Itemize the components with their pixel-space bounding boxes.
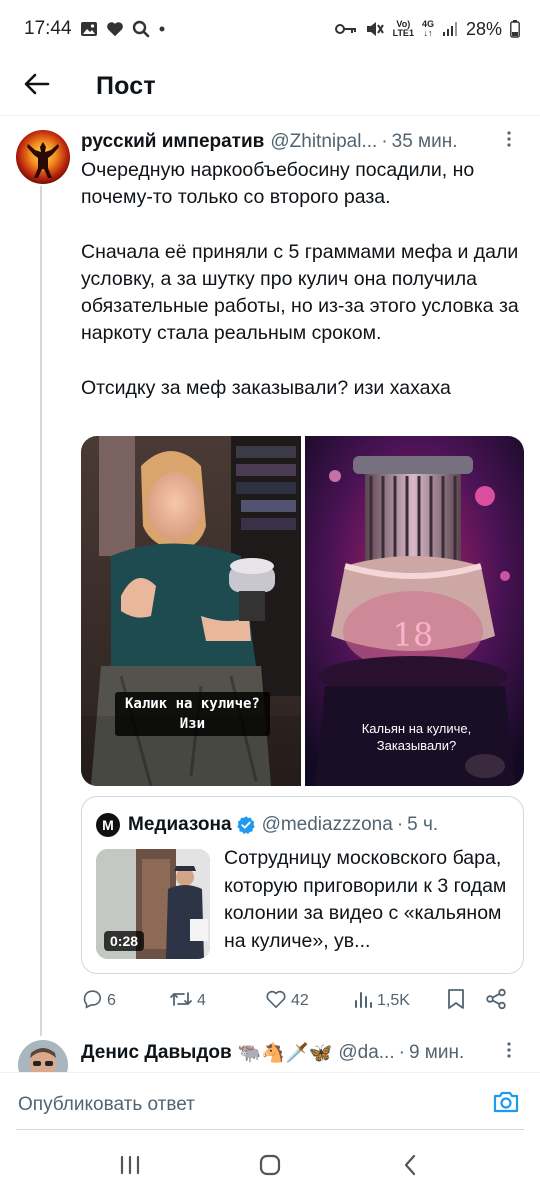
tweet-header: русский императив @Zhitnipal... · 35 мин… bbox=[81, 128, 521, 156]
retweet-count: 4 bbox=[197, 992, 206, 1009]
tweet-text: Очередную наркообъебосину посадили, но п… bbox=[81, 157, 521, 402]
heart-icon bbox=[106, 21, 124, 37]
mute-icon bbox=[365, 20, 385, 38]
reply-input[interactable] bbox=[18, 1093, 490, 1116]
volte-indicator: Vo) LTE1 bbox=[392, 19, 414, 38]
reply-author-handle[interactable]: @da... bbox=[338, 1042, 394, 1064]
home-icon bbox=[259, 1154, 281, 1181]
separator-dot: · bbox=[381, 131, 388, 152]
views-chart-icon bbox=[353, 989, 373, 1014]
like-count: 42 bbox=[291, 992, 309, 1009]
system-navigation-bar bbox=[0, 1136, 540, 1199]
more-vertical-icon bbox=[506, 130, 512, 154]
like-button[interactable]: 42 bbox=[265, 989, 353, 1014]
signal-icon bbox=[442, 21, 458, 37]
quote-video-thumbnail[interactable]: 0:28 bbox=[96, 849, 210, 959]
search-status-icon bbox=[132, 20, 150, 38]
retweet-button[interactable]: 4 bbox=[169, 988, 265, 1015]
views-button[interactable]: 1,5K bbox=[353, 989, 447, 1014]
heart-like-icon bbox=[265, 989, 287, 1014]
separator-dot: · bbox=[398, 1042, 405, 1063]
reply-icon bbox=[81, 988, 103, 1015]
photo-caption: Кальян на куличе, Заказывали? bbox=[361, 721, 472, 753]
gallery-icon bbox=[80, 21, 98, 37]
retweet-icon bbox=[169, 988, 193, 1015]
recent-apps-icon bbox=[119, 1155, 141, 1180]
reply-timestamp[interactable]: 9 мин. bbox=[409, 1042, 464, 1064]
video-duration: 0:28 bbox=[104, 931, 145, 951]
views-count: 1,5K bbox=[377, 992, 410, 1009]
bookmark-button[interactable] bbox=[447, 988, 485, 1015]
status-bar: 17:44 Vo) LTE1 4G ↓↑ 28% bbox=[0, 0, 540, 58]
share-icon bbox=[485, 988, 507, 1015]
more-options-button[interactable] bbox=[497, 130, 521, 154]
reply-button[interactable]: 6 bbox=[81, 988, 169, 1015]
author-handle[interactable]: @Zhitnipal... bbox=[270, 131, 377, 153]
back-button[interactable] bbox=[0, 58, 74, 116]
separator-dot: · bbox=[396, 814, 404, 835]
quoted-tweet[interactable]: M Медиазона @mediazzzona · 5 ч. 0:28 Сот… bbox=[81, 796, 524, 974]
reply-count: 6 bbox=[107, 992, 116, 1009]
quote-header: M Медиазона @mediazzzona · 5 ч. bbox=[96, 811, 438, 839]
quote-author-handle: @mediazzzona bbox=[261, 814, 393, 835]
reply-more-options-button[interactable] bbox=[497, 1041, 521, 1065]
more-vertical-icon bbox=[506, 1041, 512, 1065]
tweet-photo[interactable]: 18 Кальян на куличе, Заказывали? bbox=[304, 436, 524, 786]
notification-dot-icon bbox=[158, 25, 166, 33]
network-type-indicator: 4G ↓↑ bbox=[421, 19, 434, 38]
composer-underline bbox=[16, 1129, 524, 1130]
tweet-timestamp[interactable]: 35 мин. bbox=[392, 131, 458, 153]
status-time: 17:44 bbox=[24, 18, 72, 39]
arrow-left-icon bbox=[24, 73, 50, 100]
camera-icon bbox=[492, 1089, 520, 1120]
verified-badge-icon bbox=[236, 815, 256, 835]
tweet-media-grid: Калик на куличе? Изи 18 Кальян на куличе… bbox=[81, 436, 524, 786]
tweet-actions-bar: 6 4 42 1,5K bbox=[81, 984, 521, 1018]
tweet-paragraph: Сначала её приняли с 5 граммами мефа и д… bbox=[81, 240, 519, 345]
svg-text:18: 18 bbox=[392, 616, 433, 654]
tweet-paragraph: Очередную наркообъебосину посадили, но п… bbox=[81, 159, 475, 209]
reply-header: Денис Давыдов 🐃🐴🗡️🦋 @da... · 9 мин. bbox=[81, 1039, 521, 1067]
system-back-button[interactable] bbox=[380, 1143, 440, 1193]
home-button[interactable] bbox=[240, 1143, 300, 1193]
chevron-left-icon bbox=[402, 1153, 418, 1182]
mediazona-logo: M bbox=[96, 813, 120, 837]
quote-timestamp: 5 ч. bbox=[407, 814, 439, 835]
quote-author-name: Медиазона bbox=[128, 814, 232, 835]
battery-icon bbox=[510, 20, 520, 38]
key-icon bbox=[334, 22, 357, 36]
thread-connector-line bbox=[40, 186, 42, 1036]
author-name[interactable]: русский императив bbox=[81, 131, 264, 153]
battery-percent: 28% bbox=[465, 18, 502, 39]
top-app-bar: Пост bbox=[0, 58, 540, 116]
author-avatar[interactable] bbox=[16, 130, 70, 184]
quote-text: Сотрудницу московского бара, которую при… bbox=[224, 847, 507, 952]
page-title: Пост bbox=[96, 72, 156, 100]
tweet-photo[interactable]: Калик на куличе? Изи bbox=[81, 436, 301, 786]
reply-author-emojis: 🐃🐴🗡️🦋 bbox=[237, 1043, 333, 1064]
add-photo-button[interactable] bbox=[490, 1089, 522, 1121]
bookmark-icon bbox=[447, 988, 465, 1015]
share-button[interactable] bbox=[485, 988, 515, 1015]
photo-caption: Калик на куличе? Изи bbox=[115, 692, 270, 736]
reply-composer bbox=[0, 1072, 540, 1136]
recent-apps-button[interactable] bbox=[100, 1143, 160, 1193]
reply-author-name[interactable]: Денис Давыдов bbox=[81, 1042, 232, 1064]
tweet-paragraph: Отсидку за меф заказывали? изи хахаха bbox=[81, 376, 451, 399]
